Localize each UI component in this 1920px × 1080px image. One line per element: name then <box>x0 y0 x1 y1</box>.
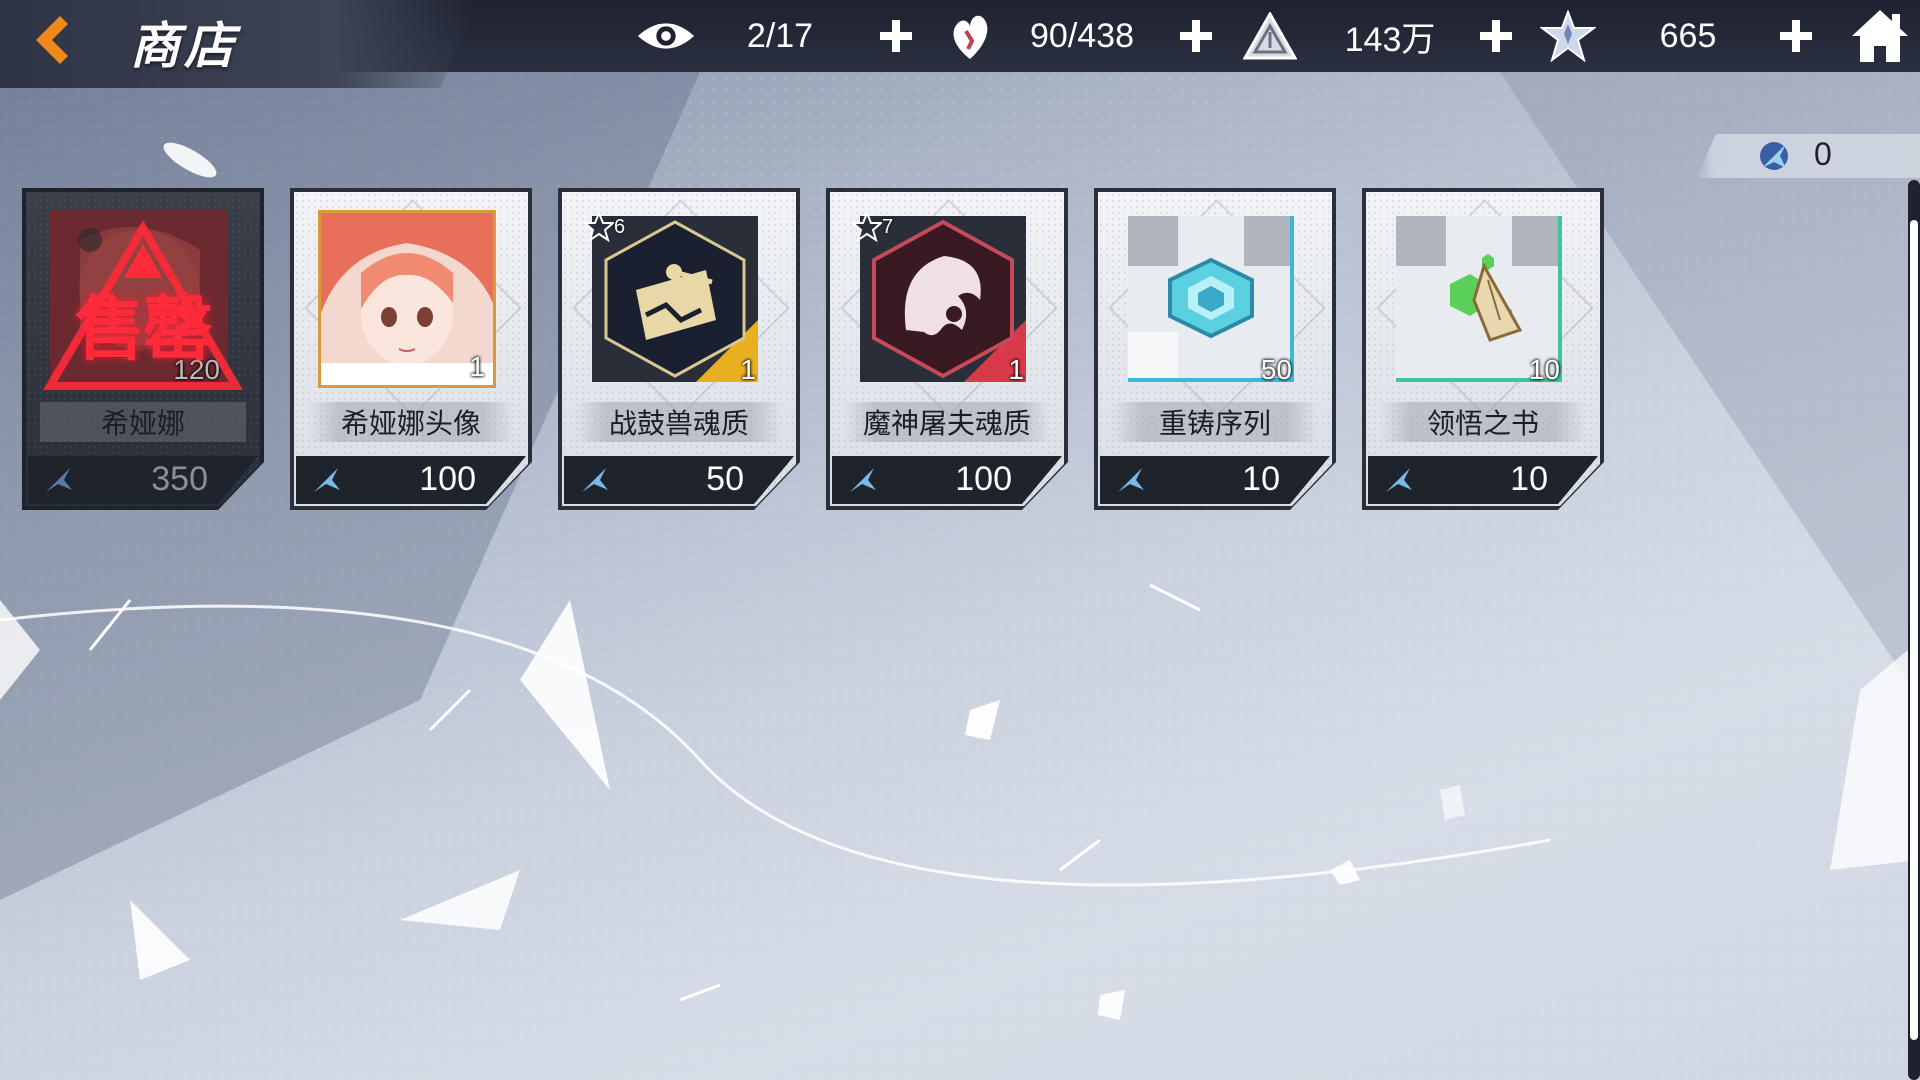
background <box>0 0 1920 1080</box>
shop-currency-badge: 0 <box>1696 134 1920 178</box>
home-icon <box>1852 10 1908 62</box>
plus-icon <box>1780 20 1812 52</box>
resource-value: 665 <box>1659 16 1717 55</box>
star-icon <box>584 212 614 242</box>
item-name: 战鼓兽魂质 <box>608 407 749 440</box>
sold-out-overlay: 售罄 <box>36 208 250 398</box>
shop-token-icon <box>850 468 876 492</box>
triangle-coin-icon <box>1240 6 1300 66</box>
add-crystal-button[interactable] <box>1774 14 1818 58</box>
resource-view-count: 2/17 <box>636 0 840 72</box>
resource-value: 143万 <box>1344 20 1436 59</box>
star-icon <box>852 212 882 242</box>
sold-out-triangle-icon <box>43 220 243 390</box>
item-price: 350 <box>151 460 208 498</box>
star-crystal-icon <box>1538 6 1598 66</box>
shop-token-icon <box>1760 142 1788 170</box>
add-gold-button[interactable] <box>1474 14 1518 58</box>
item-quantity: 1 <box>740 354 756 385</box>
home-button[interactable] <box>1850 8 1910 64</box>
price-bar: 350 <box>28 456 258 504</box>
shop-token-icon <box>1386 468 1412 492</box>
resource-stamina: 90/438 <box>940 0 1152 72</box>
item-quantity: 1 <box>1008 354 1024 385</box>
resource-value: 2/17 <box>746 16 814 55</box>
item-name-plate: 魔神屠夫魂质 <box>844 402 1050 442</box>
item-price: 50 <box>706 460 744 498</box>
shop-item[interactable]: 1 7 魔神屠夫魂质 100 <box>826 188 1068 510</box>
price-bar: 10 <box>1368 456 1598 504</box>
item-price: 10 <box>1510 460 1548 498</box>
price-bar: 100 <box>832 456 1062 504</box>
plus-icon <box>1480 20 1512 52</box>
shop-token-icon <box>46 468 72 492</box>
page-title: 商店 <box>130 16 238 75</box>
scroll-thumb[interactable] <box>1910 220 1918 1040</box>
resource-crystal: 665 <box>1538 0 1738 72</box>
item-price: 100 <box>419 460 476 498</box>
plus-icon <box>1180 20 1212 52</box>
item-quantity: 1 <box>469 351 485 382</box>
star-rank-badge: 6 <box>584 212 625 242</box>
item-name-plate: 希娅娜 <box>40 402 246 442</box>
item-name-plate: 希娅娜头像 <box>308 402 514 442</box>
resource-gold: 143万 <box>1240 0 1460 72</box>
item-name: 希娅娜头像 <box>340 407 481 440</box>
add-view-count-button[interactable] <box>874 14 918 58</box>
item-name: 重铸序列 <box>1158 407 1271 440</box>
star-rank-badge: 7 <box>852 212 893 242</box>
background-shapes <box>0 72 1920 1020</box>
shop-item[interactable]: 50 重铸序列 10 <box>1094 188 1336 510</box>
item-quantity: 50 <box>1260 354 1292 385</box>
shop-item[interactable]: 1 希娅娜头像 100 <box>290 188 532 510</box>
recast-hex-icon: 50 <box>1122 210 1300 388</box>
price-bar: 100 <box>296 456 526 504</box>
shop-token-icon <box>1118 468 1144 492</box>
heart-flame-icon <box>940 6 1000 66</box>
insight-book-icon: 10 <box>1390 210 1568 388</box>
resource-value: 90/438 <box>1030 16 1134 55</box>
eye-icon <box>636 6 696 66</box>
top-bar: 商店 2/17 90/438 143万 665 <box>0 0 1920 88</box>
item-price: 10 <box>1242 460 1280 498</box>
item-name-plate: 战鼓兽魂质 <box>576 402 782 442</box>
item-price: 100 <box>955 460 1012 498</box>
star-rank-value: 7 <box>882 215 894 238</box>
shop-item[interactable]: 120 售罄 希娅娜 350 <box>22 188 264 510</box>
price-bar: 10 <box>1100 456 1330 504</box>
price-bar: 50 <box>564 456 794 504</box>
shop-item[interactable]: 1 6 战鼓兽魂质 50 <box>558 188 800 510</box>
item-name: 魔神屠夫魂质 <box>862 407 1031 440</box>
shop-token-icon <box>314 468 340 492</box>
item-name-plate: 重铸序列 <box>1112 402 1318 442</box>
avatar-portrait-icon: 1 <box>318 210 496 388</box>
item-name: 领悟之书 <box>1426 407 1539 440</box>
scrollbar[interactable] <box>1908 180 1920 1080</box>
item-quantity: 10 <box>1528 354 1560 385</box>
back-button[interactable] <box>24 10 76 70</box>
shop-currency-value: 0 <box>1814 136 1832 172</box>
item-name: 希娅娜 <box>100 407 185 440</box>
star-rank-value: 6 <box>614 215 626 238</box>
shop-token-icon <box>582 468 608 492</box>
item-name-plate: 领悟之书 <box>1380 402 1586 442</box>
plus-icon <box>880 20 912 52</box>
chevron-left-icon <box>36 16 68 64</box>
add-stamina-button[interactable] <box>1174 14 1218 58</box>
shop-item[interactable]: 10 领悟之书 10 <box>1362 188 1604 510</box>
